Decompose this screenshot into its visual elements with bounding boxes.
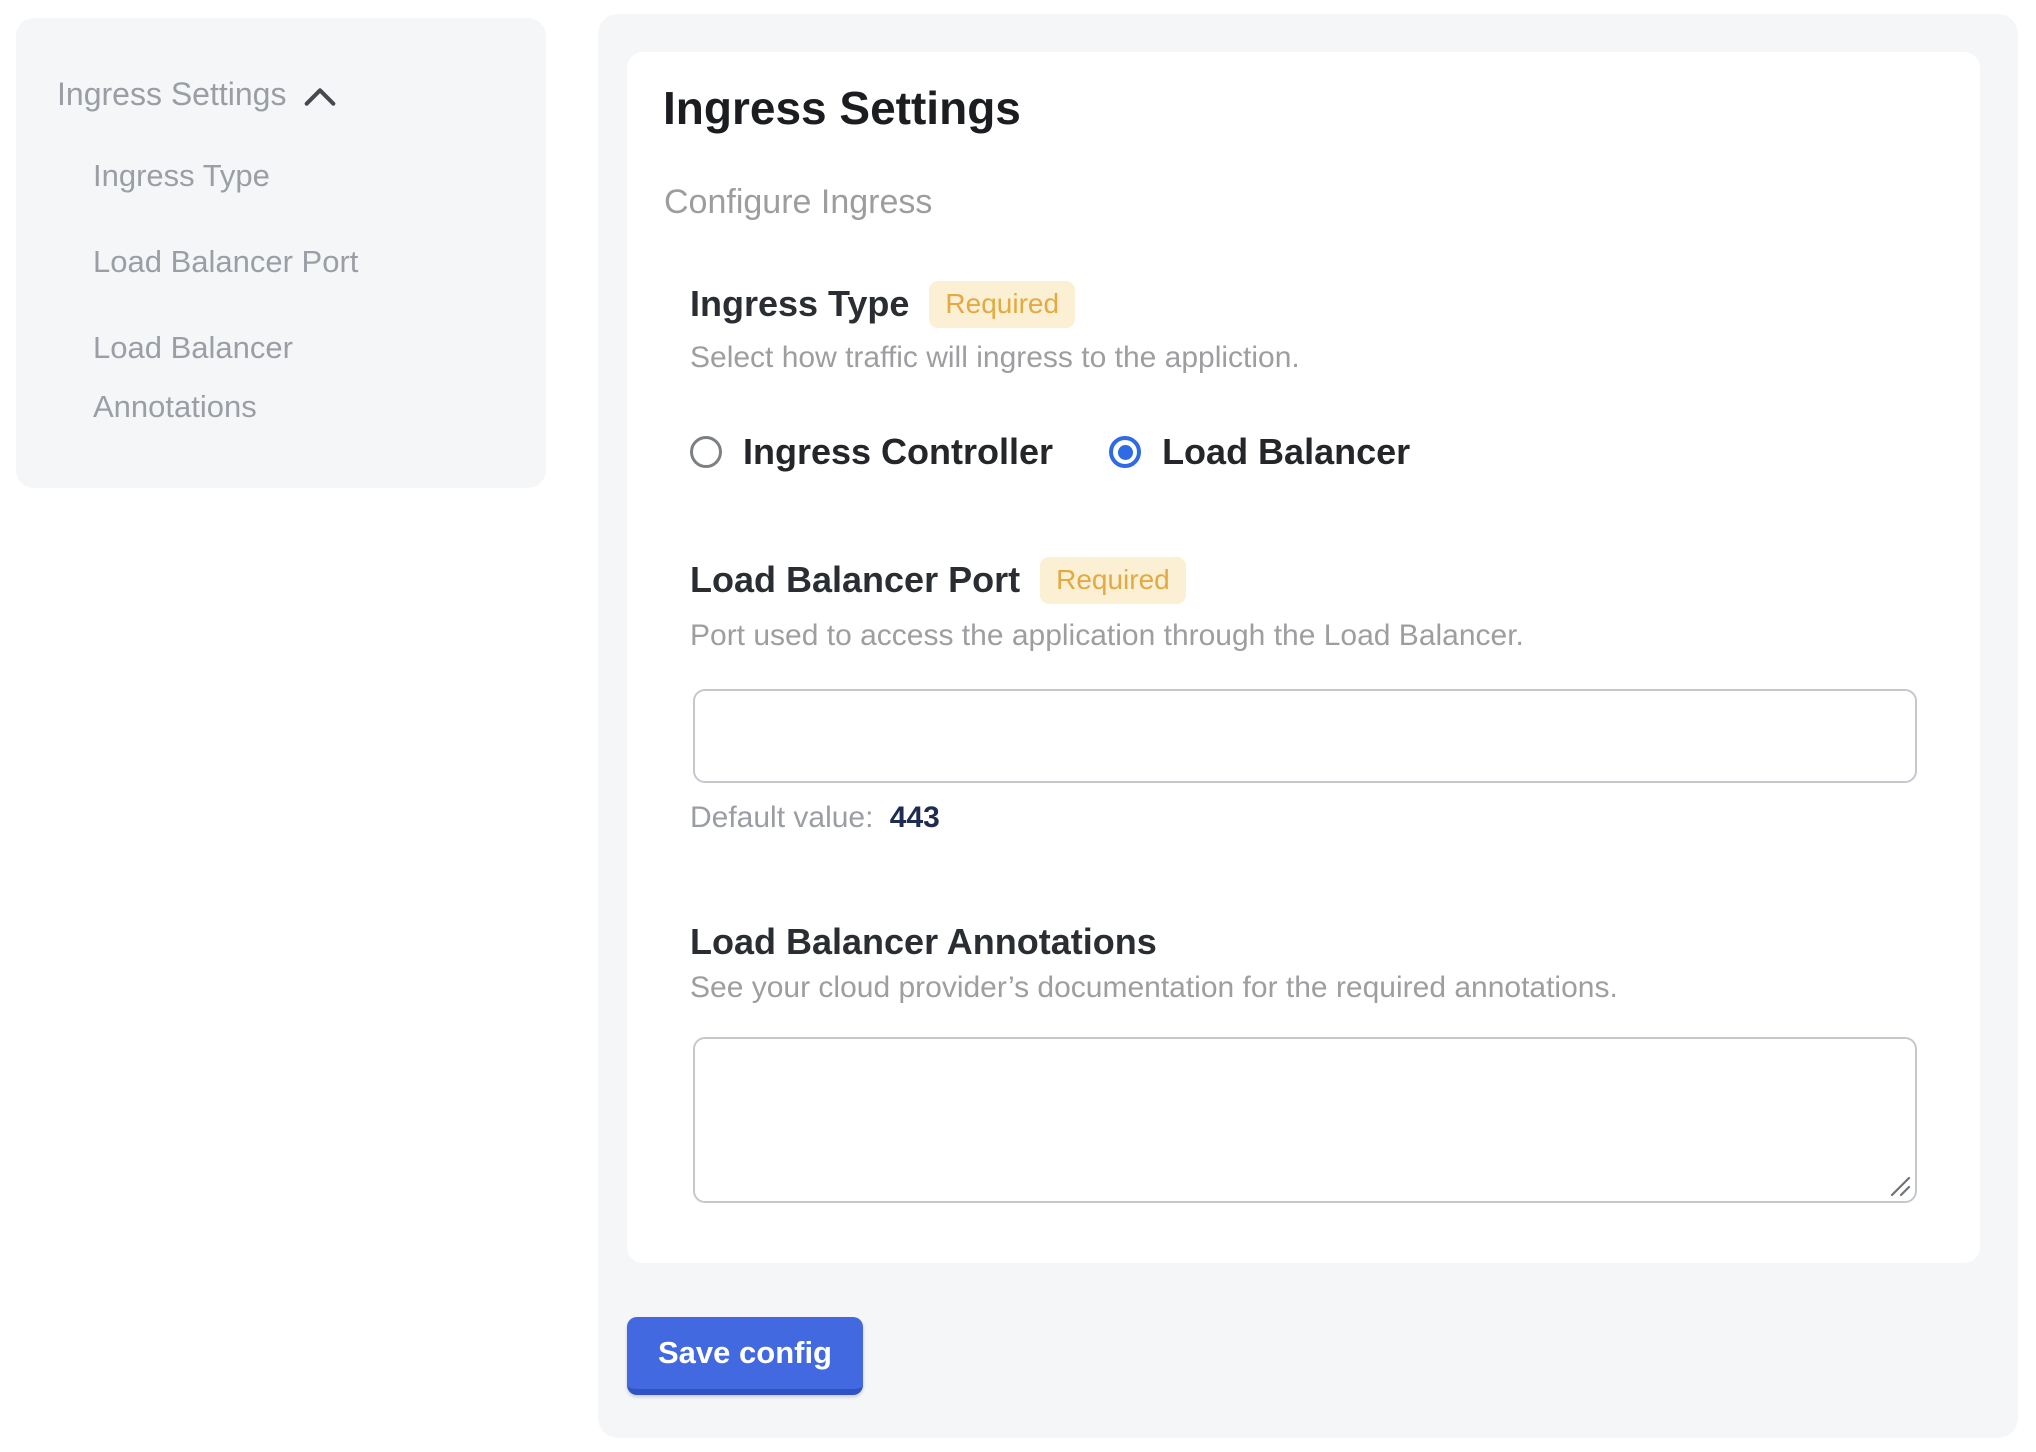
ingress-type-title: Ingress Type: [690, 280, 909, 328]
ingress-type-section-header: Ingress Type Required: [690, 280, 1075, 328]
load-balancer-port-input[interactable]: [693, 689, 1917, 783]
sidebar-group-ingress-settings[interactable]: Ingress Settings: [57, 76, 336, 113]
settings-sidebar: Ingress Settings Ingress Type Load Balan…: [16, 18, 546, 488]
chevron-up-icon: [304, 87, 336, 107]
sidebar-item-load-balancer-port[interactable]: Load Balancer Port: [93, 232, 433, 291]
annotations-textarea-wrap: [693, 1037, 1917, 1203]
load-balancer-annotations-title: Load Balancer Annotations: [690, 918, 1157, 966]
required-badge: Required: [929, 281, 1075, 328]
ingress-settings-panel: Ingress Settings Configure Ingress Ingre…: [598, 14, 2018, 1438]
default-value-line: Default value: 443: [690, 798, 940, 838]
radio-unselected-icon[interactable]: [690, 436, 722, 468]
page-subtitle: Configure Ingress: [664, 180, 932, 224]
ingress-settings-card: Ingress Settings Configure Ingress Ingre…: [627, 52, 1980, 1263]
save-config-button[interactable]: Save config: [627, 1317, 863, 1395]
radio-ingress-controller[interactable]: Ingress Controller: [690, 431, 1053, 473]
load-balancer-port-section-header: Load Balancer Port Required: [690, 556, 1186, 604]
radio-load-balancer[interactable]: Load Balancer: [1109, 431, 1410, 473]
load-balancer-port-title: Load Balancer Port: [690, 556, 1020, 604]
page-title: Ingress Settings: [663, 80, 1021, 136]
default-value-number: 443: [890, 801, 940, 834]
radio-load-balancer-label: Load Balancer: [1162, 431, 1410, 473]
default-value-label: Default value:: [690, 801, 873, 834]
load-balancer-annotations-textarea[interactable]: [693, 1037, 1917, 1203]
radio-ingress-controller-label: Ingress Controller: [743, 431, 1053, 473]
load-balancer-port-description: Port used to access the application thro…: [690, 616, 1524, 656]
radio-selected-icon[interactable]: [1109, 436, 1141, 468]
ingress-type-description: Select how traffic will ingress to the a…: [690, 338, 1300, 378]
sidebar-group-label: Ingress Settings: [57, 76, 286, 113]
ingress-type-radio-group: Ingress Controller Load Balancer: [690, 430, 1410, 474]
load-balancer-annotations-description: See your cloud provider’s documentation …: [690, 968, 1618, 1008]
radio-dot: [1118, 445, 1133, 460]
sidebar-item-load-balancer-annotations[interactable]: Load Balancer Annotations: [93, 318, 433, 436]
sidebar-item-ingress-type[interactable]: Ingress Type: [93, 146, 433, 205]
required-badge: Required: [1040, 557, 1186, 604]
load-balancer-annotations-section-header: Load Balancer Annotations: [690, 918, 1157, 966]
